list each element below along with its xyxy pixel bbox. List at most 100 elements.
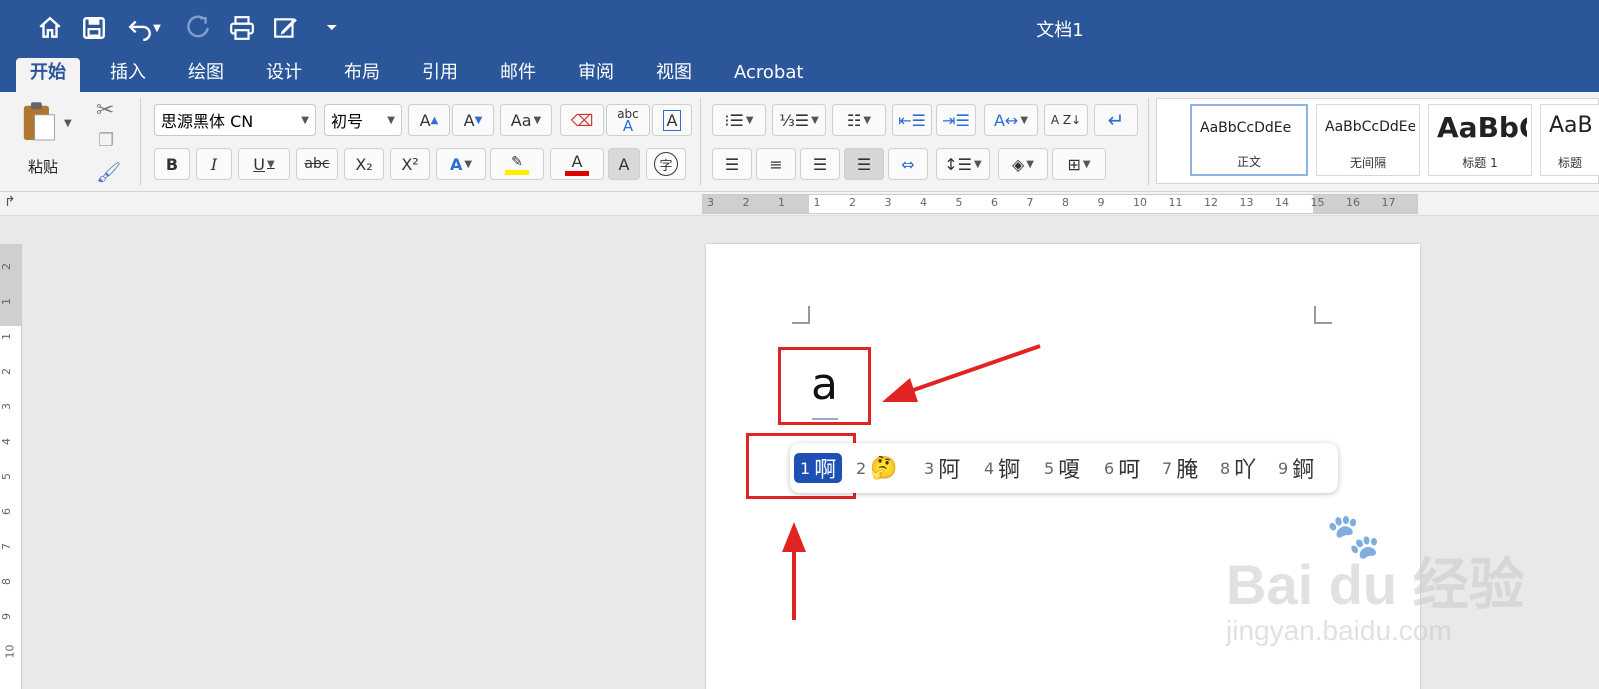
style-heading-1[interactable]: AaBbC 标题 1 [1428,104,1532,176]
title-bar: ▼ ⏷ 文档1 [0,0,1599,58]
font-color-button[interactable]: A [550,148,604,180]
paste-dropdown-icon[interactable]: ▼ [64,118,72,129]
paste-label: 粘贴 [28,158,59,176]
tab-insert[interactable]: 插入 [96,58,160,92]
underline-label: U [253,154,265,174]
char-shading-button[interactable]: A [608,148,640,180]
vertical-ruler[interactable]: 2 1 1 2 3 4 5 6 7 8 9 10 [0,244,22,689]
tab-acrobat[interactable]: Acrobat [720,58,817,92]
align-center-button[interactable]: ≡ [756,148,796,180]
font-size-select[interactable]: 初号 ▼ [324,104,402,136]
ruler-label: 3 [0,403,13,410]
show-marks-button[interactable]: ↵ [1094,104,1138,136]
tab-view[interactable]: 视图 [642,58,706,92]
home-icon[interactable] [34,12,66,44]
superscript-button[interactable]: X² [390,148,430,180]
decrease-indent-button[interactable]: ⇤☰ [892,104,932,136]
ime-candidate[interactable]: 8吖 [1220,453,1256,483]
phonetic-guide-button[interactable]: abc A [606,104,650,136]
edit-icon[interactable] [270,12,302,44]
ime-candidate[interactable]: 3阿 [924,453,960,483]
grow-font-button[interactable]: A ▲ [408,104,450,136]
subscript-button[interactable]: X₂ [344,148,384,180]
format-painter-icon[interactable]: 🖌 [96,160,121,184]
style-name: 正文 [1236,155,1261,169]
enclose-char-button[interactable]: 字 [646,148,686,180]
ruler-label: 7 [0,543,13,550]
style-no-spacing[interactable]: AaBbCcDdEe 无间隔 [1316,104,1420,176]
highlight-button[interactable]: ✎ [490,148,544,180]
ruler-margin-top [0,244,21,326]
tab-layout[interactable]: 布局 [330,58,394,92]
tab-home[interactable]: 开始 [16,58,80,92]
style-name: 标题 [1557,156,1582,170]
ribbon-home: ▼ 粘贴 ✂ ❐ 🖌 思源黑体 CN ▼ 初号 ▼ A ▲ A ▼ Aa ▼ ⌫ ab… [0,92,1599,192]
tab-review[interactable]: 审阅 [564,58,628,92]
style-title[interactable]: AaB 标题 [1540,104,1599,176]
chevron-down-icon: ▼ [745,114,754,126]
ruler-label: 4 [0,438,13,445]
horizontal-ruler[interactable]: 3 2 1 1 2 3 4 5 6 7 8 9 10 11 12 13 14 15 16 17 [702,194,1418,214]
print-icon[interactable] [226,12,258,44]
ruler-label: 17 [1381,196,1396,209]
ruler-label: 1 [813,196,821,209]
italic-button[interactable]: I [196,148,232,180]
multilevel-list-button[interactable]: ☷ ▼ [832,104,886,136]
cut-icon[interactable]: ✂ [96,98,114,123]
sort-label: A Z [1050,113,1072,127]
ime-candidate[interactable]: 9錒 [1278,453,1314,483]
clipboard-icon [23,102,55,141]
ime-candidate-bar: 1啊 2 🤔 3阿 4锕 5嗄 6呵 7腌 8吖 9錒 [790,443,1338,493]
borders-icon: ⊞ [1067,154,1081,174]
ime-candidate[interactable]: 6呵 [1104,453,1140,483]
distributed-button[interactable]: ⇔ [888,148,928,180]
tab-stop-icon[interactable]: ↱ [4,194,16,210]
sort-button[interactable]: A Z ↓ [1044,104,1088,136]
clear-formatting-button[interactable]: ⌫ [560,104,604,136]
undo-dropdown-icon[interactable]: ▼ [150,12,164,44]
ime-candidate[interactable]: 7腌 [1162,453,1198,483]
ime-candidate[interactable]: 1啊 [794,453,843,483]
align-left-button[interactable]: ☰ [712,148,752,180]
borders-button[interactable]: ⊞ ▼ [1052,148,1106,180]
ruler-label: 5 [0,473,13,480]
tab-references[interactable]: 引用 [408,58,472,92]
style-normal[interactable]: AaBbCcDdEe 正文 [1190,104,1308,176]
text-effects-label: A [449,154,463,174]
change-case-button[interactable]: Aa ▼ [500,104,552,136]
line-spacing-button[interactable]: ↕☰ ▼ [936,148,990,180]
align-right-button[interactable]: ☰ [800,148,840,180]
font-name-value: 思源黑体 CN [161,112,254,131]
watermark-logo: Bai du 经验 [1226,553,1525,616]
save-icon[interactable] [78,12,110,44]
strikethrough-button[interactable]: abc [296,148,338,180]
justify-button[interactable]: ☰ [844,148,884,180]
customize-icon[interactable]: ⏷ [316,12,348,44]
shrink-font-button[interactable]: A ▼ [452,104,494,136]
tab-mailings[interactable]: 邮件 [486,58,550,92]
text-effects-button[interactable]: A ▼ [436,148,486,180]
ribbon-tabs: 开始 插入 绘图 设计 布局 引用 邮件 审阅 视图 Acrobat [0,58,1599,92]
numbering-button[interactable]: ⅓☰ ▼ [772,104,826,136]
shading-button[interactable]: ◈ ▼ [998,148,1048,180]
font-name-select[interactable]: 思源黑体 CN ▼ [154,104,316,136]
ruler-label: 8 [0,578,13,585]
tab-draw[interactable]: 绘图 [174,58,238,92]
caret-up-icon: ▲ [430,114,439,126]
increase-indent-button[interactable]: ⇥☰ [936,104,976,136]
text-direction-button[interactable]: A↔ ▼ [984,104,1038,136]
underline-button[interactable]: U ▼ [238,148,290,180]
paste-button[interactable]: ▼ 粘贴 [16,100,74,180]
ime-candidate[interactable]: 2 🤔 [856,453,898,483]
align-right-icon: ☰ [812,154,828,174]
chevron-down-icon: ▼ [267,158,275,170]
bold-button[interactable]: B [154,148,190,180]
tab-design[interactable]: 设计 [252,58,316,92]
ime-candidate[interactable]: 5嗄 [1044,453,1080,483]
ime-candidate[interactable]: 4锕 [984,453,1020,483]
chevron-down-icon: ▼ [863,114,872,126]
char-border-button[interactable]: A [652,104,692,136]
ruler-label: 2 [849,196,856,209]
style-sample: AaB [1549,113,1593,138]
bullets-button[interactable]: ⁝☰ ▼ [712,104,766,136]
